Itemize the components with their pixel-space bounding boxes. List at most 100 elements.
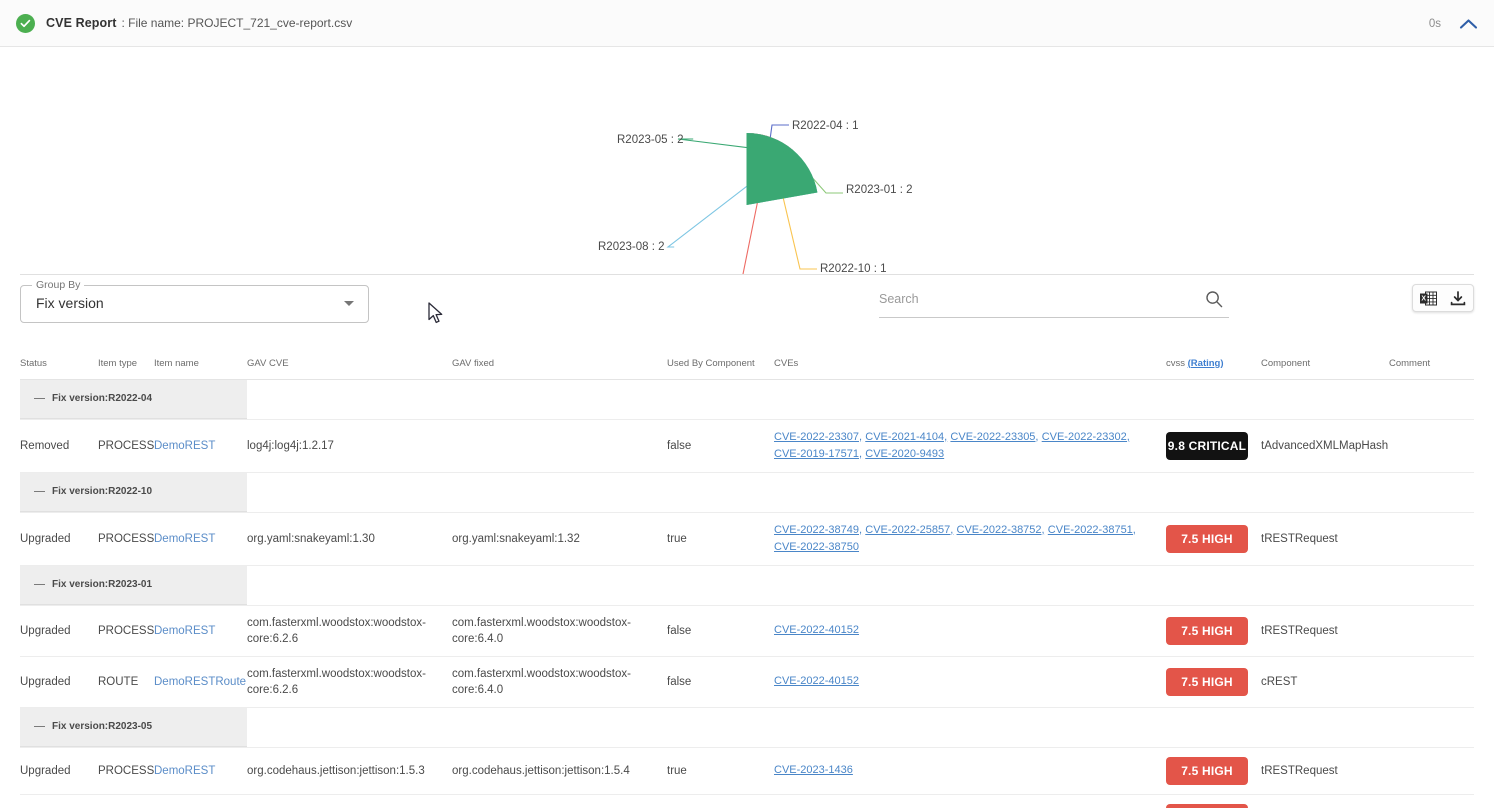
pie-slice-R2023-05[interactable]: [747, 133, 818, 205]
group-header-toggle[interactable]: Fix version:R2022-04: [20, 380, 247, 419]
col-header-item-type[interactable]: Item type: [98, 335, 154, 379]
col-header-item-name[interactable]: Item name: [154, 335, 247, 379]
cell-item-name[interactable]: DemoRESTRoute: [154, 656, 247, 707]
cve-link[interactable]: CVE-2022-23307,: [774, 431, 862, 443]
cell-component: cREST: [1261, 656, 1389, 707]
cvss-severity-badge: 7.5 HIGH: [1166, 617, 1248, 645]
cell-component: tRESTRequest: [1261, 512, 1389, 565]
table-row[interactable]: RemovedPROCESSDemoRESTlog4j:log4j:1.2.17…: [20, 419, 1474, 472]
cve-link[interactable]: CVE-2023-1436: [774, 764, 853, 776]
cell-status: Upgraded: [20, 747, 98, 794]
cvss-rating-link[interactable]: (Rating): [1188, 358, 1224, 369]
col-header-used-by-component[interactable]: Used By Component: [667, 335, 774, 379]
cve-link[interactable]: CVE-2022-38751,: [1048, 524, 1136, 536]
cve-link[interactable]: CVE-2021-4104,: [865, 431, 947, 443]
cell-cves[interactable]: CVE-2022-38749, CVE-2022-25857, CVE-2022…: [774, 512, 1166, 565]
report-banner: CVE Report : File name: PROJECT_721_cve-…: [0, 0, 1494, 47]
col-header-gav-fixed[interactable]: GAV fixed: [452, 335, 667, 379]
group-header-row[interactable]: Fix version:R2022-04: [20, 379, 1474, 419]
col-header-gav-cve[interactable]: GAV CVE: [247, 335, 452, 379]
cve-link[interactable]: CVE-2022-23305,: [950, 431, 1038, 443]
col-header-component[interactable]: Component: [1261, 335, 1389, 379]
cell-cvss: 7.5 HIGH: [1166, 605, 1261, 656]
cve-link[interactable]: CVE-2022-40152: [774, 624, 859, 636]
col-header-comment[interactable]: Comment: [1389, 335, 1474, 379]
cve-link[interactable]: CVE-2022-38749,: [774, 524, 862, 536]
cell-item-name[interactable]: DemoREST: [154, 747, 247, 794]
cve-link[interactable]: CVE-2022-25857,: [865, 524, 953, 536]
excel-export-button[interactable]: X: [1413, 285, 1443, 311]
cve-link[interactable]: CVE-2022-38752,: [957, 524, 1045, 536]
cell-gav-cve: org.codehaus.jettison:jettison:1.5.3: [247, 794, 452, 808]
group-header-toggle[interactable]: Fix version:R2023-05: [20, 708, 247, 747]
chevron-up-icon[interactable]: [1459, 18, 1478, 30]
pie-label-R2022-04: R2022-04 : 1: [792, 120, 859, 132]
table-row[interactable]: UpgradedPROCESSDemoRESTcom.fasterxml.woo…: [20, 605, 1474, 656]
cve-table-container[interactable]: Status Item type Item name GAV CVE GAV f…: [0, 335, 1494, 808]
group-header-row[interactable]: Fix version:R2023-01: [20, 565, 1474, 605]
collapse-dash-icon: [34, 726, 45, 728]
item-name-link[interactable]: DemoREST: [154, 533, 215, 545]
collapse-dash-icon: [34, 398, 45, 400]
pie-label-R2023-05: R2023-05 : 2: [617, 134, 684, 146]
cvss-severity-badge: 7.5 HIGH: [1166, 668, 1248, 696]
cell-cves[interactable]: CVE-2022-23307, CVE-2021-4104, CVE-2022-…: [774, 419, 1166, 472]
search-icon[interactable]: [1204, 289, 1224, 309]
group-header-row[interactable]: Fix version:R2023-05: [20, 707, 1474, 747]
cell-item-name[interactable]: DemoRESTRoute: [154, 794, 247, 808]
table-header: Status Item type Item name GAV CVE GAV f…: [20, 335, 1474, 379]
item-name-link[interactable]: DemoRESTRoute: [154, 676, 246, 688]
table-row[interactable]: UpgradedPROCESSDemoRESTorg.codehaus.jett…: [20, 747, 1474, 794]
cve-link[interactable]: CVE-2022-23302,: [1042, 431, 1130, 443]
chevron-down-icon: [344, 301, 354, 306]
group-by-select[interactable]: Group By Fix version: [20, 285, 369, 323]
group-header-toggle[interactable]: Fix version:R2022-10: [20, 473, 247, 512]
group-header-row[interactable]: Fix version:R2022-10: [20, 472, 1474, 512]
search-input[interactable]: [879, 292, 1179, 306]
table-row[interactable]: UpgradedPROCESSDemoRESTorg.yaml:snakeyam…: [20, 512, 1474, 565]
group-header-toggle[interactable]: Fix version:R2023-01: [20, 566, 247, 605]
cell-comment: [1389, 512, 1474, 565]
item-name-link[interactable]: DemoREST: [154, 440, 215, 452]
group-header-label: Fix version:R2023-01: [52, 579, 152, 590]
col-header-status[interactable]: Status: [20, 335, 98, 379]
cve-link[interactable]: CVE-2020-9493: [865, 448, 944, 460]
collapse-dash-icon: [34, 584, 45, 586]
cell-cves[interactable]: CVE-2023-1436: [774, 747, 1166, 794]
group-header-cell[interactable]: Fix version:R2022-04: [20, 379, 247, 419]
item-name-link[interactable]: DemoREST: [154, 765, 215, 777]
cell-item-name[interactable]: DemoREST: [154, 512, 247, 565]
col-header-cves[interactable]: CVEs: [774, 335, 1166, 379]
cell-comment: [1389, 605, 1474, 656]
cve-link[interactable]: CVE-2022-40152: [774, 675, 859, 687]
cell-used-by-component: false: [667, 419, 774, 472]
cell-item-name[interactable]: DemoREST: [154, 419, 247, 472]
pie-label-R2023-08: R2023-08 : 2: [598, 241, 665, 253]
group-header-cell[interactable]: Fix version:R2022-10: [20, 472, 247, 512]
table-row[interactable]: UpgradedROUTEDemoRESTRouteorg.codehaus.j…: [20, 794, 1474, 808]
col-header-cvss[interactable]: cvss (Rating): [1166, 335, 1261, 379]
table-row[interactable]: UpgradedROUTEDemoRESTRoutecom.fasterxml.…: [20, 656, 1474, 707]
cell-gav-cve: com.fasterxml.woodstox:woodstox-core:6.2…: [247, 656, 452, 707]
cell-item-name[interactable]: DemoREST: [154, 605, 247, 656]
group-header-label: Fix version:R2022-04: [52, 393, 152, 404]
cell-gav-fixed: org.yaml:snakeyaml:1.32: [452, 512, 667, 565]
cell-comment: [1389, 747, 1474, 794]
group-header-label: Fix version:R2023-05: [52, 721, 152, 732]
group-header-cell[interactable]: Fix version:R2023-05: [20, 707, 247, 747]
cell-item-type: PROCESS: [98, 512, 154, 565]
search-field[interactable]: [879, 286, 1229, 318]
cve-link[interactable]: CVE-2022-38750: [774, 541, 859, 553]
cell-cvss: 9.8 CRITICAL: [1166, 419, 1261, 472]
collapse-dash-icon: [34, 491, 45, 493]
cell-cves[interactable]: CVE-2022-40152: [774, 656, 1166, 707]
cell-cves[interactable]: CVE-2022-40152: [774, 605, 1166, 656]
group-header-cell[interactable]: Fix version:R2023-01: [20, 565, 247, 605]
cve-link[interactable]: CVE-2019-17571,: [774, 448, 862, 460]
cell-cves[interactable]: CVE-2023-1436: [774, 794, 1166, 808]
cell-status: Upgraded: [20, 605, 98, 656]
export-button-group: X: [1412, 284, 1474, 312]
download-button[interactable]: [1443, 285, 1473, 311]
item-name-link[interactable]: DemoREST: [154, 625, 215, 637]
group-header-filler: [247, 565, 1474, 605]
